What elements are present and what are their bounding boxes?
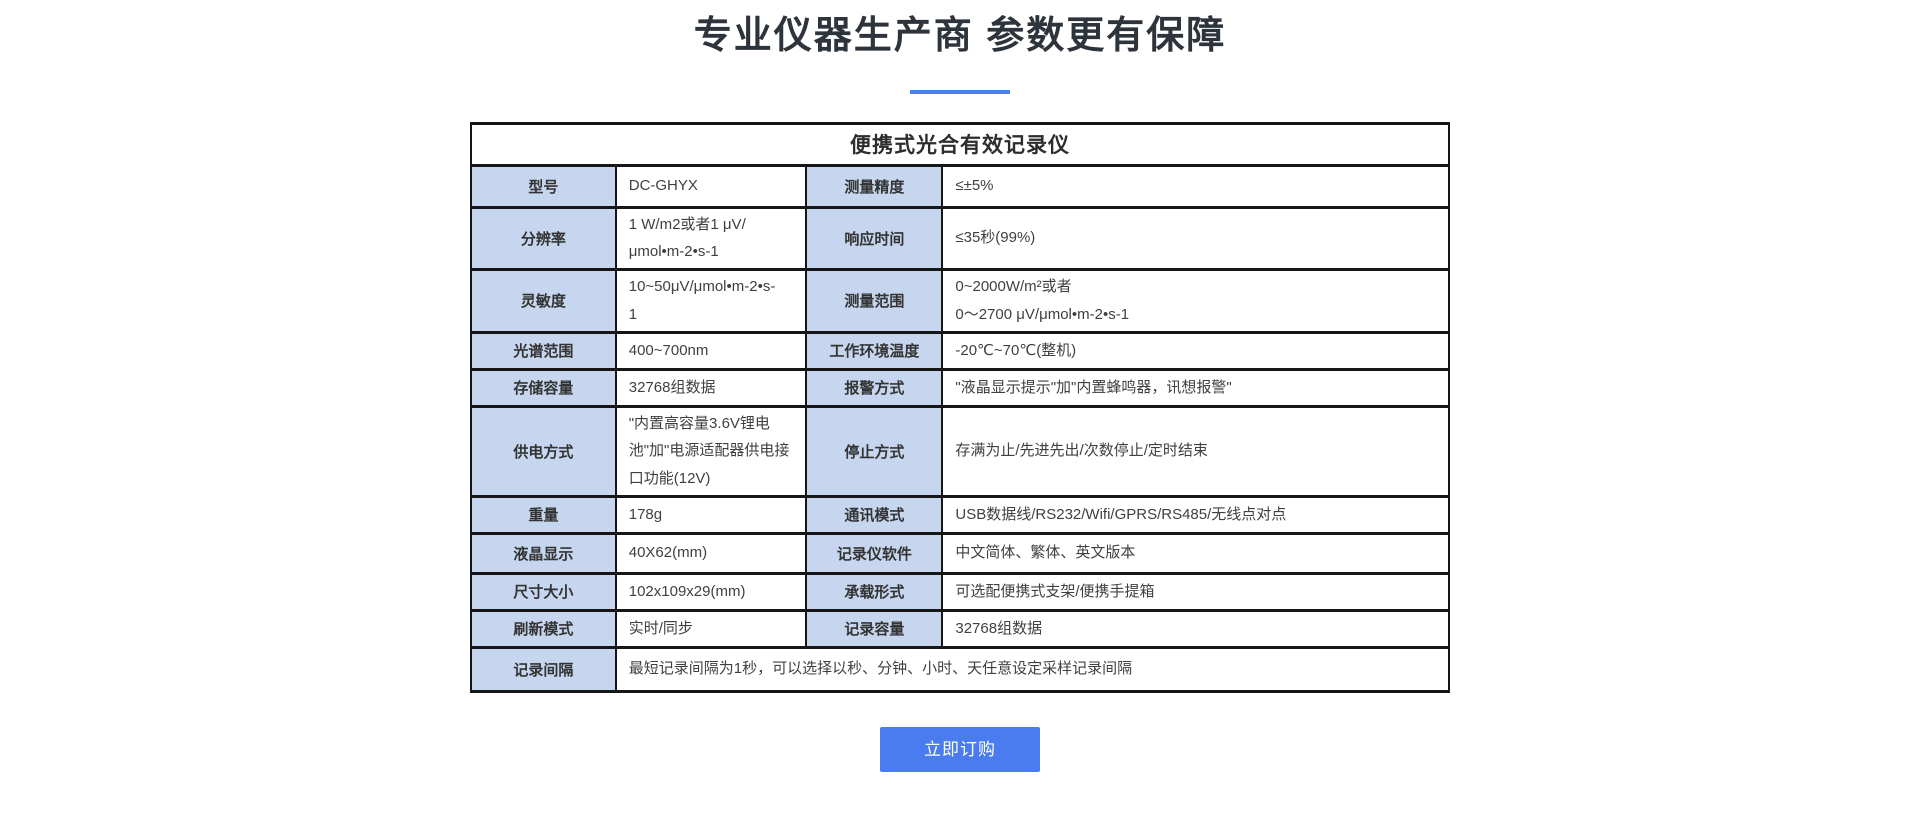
table-row: 刷新模式 实时/同步 记录容量 32768组数据 (471, 610, 1449, 647)
spec-label: 存储容量 (471, 369, 616, 406)
spec-value: 最短记录间隔为1秒，可以选择以秒、分钟、小时、天任意设定采样记录间隔 (616, 647, 1449, 691)
spec-label: 承载形式 (806, 573, 942, 610)
spec-value: 40X62(mm) (616, 533, 807, 573)
spec-label: 刷新模式 (471, 610, 616, 647)
spec-value: 178g (616, 496, 807, 533)
table-row: 型号 DC-GHYX 测量精度 ≤±5% (471, 165, 1449, 207)
spec-value: 400~700nm (616, 332, 807, 369)
spec-label: 尺寸大小 (471, 573, 616, 610)
spec-value: 10~50μV/μmol•m-2•s- 1 (616, 270, 807, 333)
spec-value: 实时/同步 (616, 610, 807, 647)
spec-table: 便携式光合有效记录仪 型号 DC-GHYX 测量精度 ≤±5% 分辨率 1 W/… (470, 122, 1450, 693)
spec-label: 重量 (471, 496, 616, 533)
spec-value: "液晶显示提示"加"内置蜂鸣器，讯想报警" (942, 369, 1449, 406)
table-row: 存储容量 32768组数据 报警方式 "液晶显示提示"加"内置蜂鸣器，讯想报警" (471, 369, 1449, 406)
table-row: 灵敏度 10~50μV/μmol•m-2•s- 1 测量范围 0~2000W/m… (471, 270, 1449, 333)
spec-label: 报警方式 (806, 369, 942, 406)
spec-label: 分辨率 (471, 207, 616, 270)
spec-value: "内置高容量3.6V锂电 池"加"电源适配器供电接 口功能(12V) (616, 406, 807, 496)
spec-value: DC-GHYX (616, 165, 807, 207)
spec-label: 记录容量 (806, 610, 942, 647)
spec-value: 32768组数据 (616, 369, 807, 406)
page-title: 专业仪器生产商 参数更有保障 (0, 14, 1920, 60)
spec-value: ≤±5% (942, 165, 1449, 207)
spec-value: 102x109x29(mm) (616, 573, 807, 610)
spec-value: USB数据线/RS232/Wifi/GPRS/RS485/无线点对点 (942, 496, 1449, 533)
spec-label: 测量范围 (806, 270, 942, 333)
spec-label: 工作环境温度 (806, 332, 942, 369)
table-title: 便携式光合有效记录仪 (471, 123, 1449, 165)
table-row: 尺寸大小 102x109x29(mm) 承载形式 可选配便携式支架/便携手提箱 (471, 573, 1449, 610)
spec-value: 存满为止/先进先出/次数停止/定时结束 (942, 406, 1449, 496)
spec-value: 可选配便携式支架/便携手提箱 (942, 573, 1449, 610)
table-row: 分辨率 1 W/m2或者1 μV/ μmol•m-2•s-1 响应时间 ≤35秒… (471, 207, 1449, 270)
spec-label: 型号 (471, 165, 616, 207)
spec-label: 记录间隔 (471, 647, 616, 691)
spec-label: 记录仪软件 (806, 533, 942, 573)
table-row: 便携式光合有效记录仪 (471, 123, 1449, 165)
table-row: 重量 178g 通讯模式 USB数据线/RS232/Wifi/GPRS/RS48… (471, 496, 1449, 533)
spec-label: 灵敏度 (471, 270, 616, 333)
spec-label: 响应时间 (806, 207, 942, 270)
spec-label: 通讯模式 (806, 496, 942, 533)
spec-label: 供电方式 (471, 406, 616, 496)
spec-value: 0~2000W/m²或者 0～2700 μV/μmol•m-2•s-1 (942, 270, 1449, 333)
title-underline-divider (910, 90, 1010, 94)
spec-value: -20℃~70℃(整机) (942, 332, 1449, 369)
table-row: 记录间隔 最短记录间隔为1秒，可以选择以秒、分钟、小时、天任意设定采样记录间隔 (471, 647, 1449, 691)
spec-label: 液晶显示 (471, 533, 616, 573)
spec-label: 光谱范围 (471, 332, 616, 369)
spec-value: 1 W/m2或者1 μV/ μmol•m-2•s-1 (616, 207, 807, 270)
spec-label: 停止方式 (806, 406, 942, 496)
table-row: 供电方式 "内置高容量3.6V锂电 池"加"电源适配器供电接 口功能(12V) … (471, 406, 1449, 496)
spec-label: 测量精度 (806, 165, 942, 207)
order-button[interactable]: 立即订购 (880, 727, 1040, 772)
table-row: 液晶显示 40X62(mm) 记录仪软件 中文简体、繁体、英文版本 (471, 533, 1449, 573)
page: 专业仪器生产商 参数更有保障 便携式光合有效记录仪 型号 DC-GHYX 测量精… (0, 0, 1920, 772)
cta-section: 立即订购 (0, 727, 1920, 772)
spec-value: 32768组数据 (942, 610, 1449, 647)
spec-value: 中文简体、繁体、英文版本 (942, 533, 1449, 573)
table-row: 光谱范围 400~700nm 工作环境温度 -20℃~70℃(整机) (471, 332, 1449, 369)
spec-value: ≤35秒(99%) (942, 207, 1449, 270)
